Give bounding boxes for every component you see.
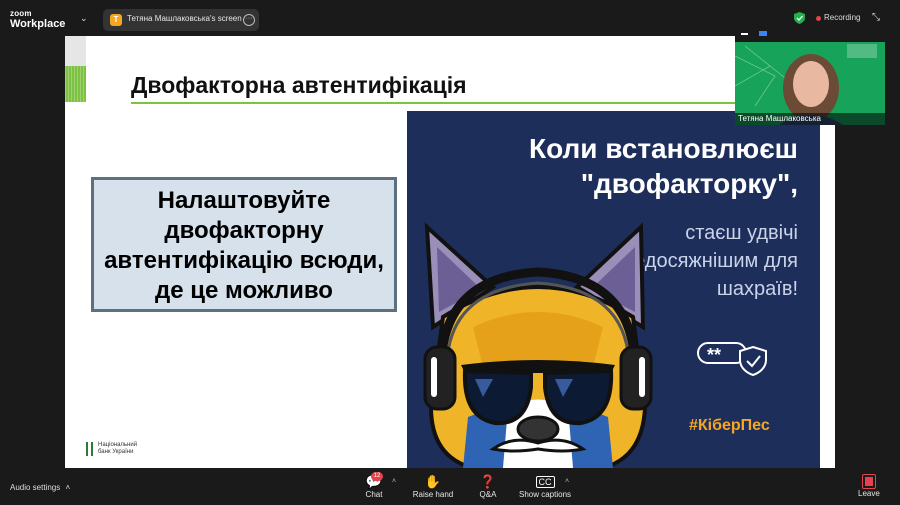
slide-title: Двофакторна автентифікація <box>131 72 467 98</box>
self-video-tile[interactable]: Тетяна Машлаковська <box>735 26 885 125</box>
raise-hand-button[interactable]: ✋ Raise hand <box>412 474 454 499</box>
meeting-toolbar: Audio settings ˄ 💬 12 Chat ˄ ✋ Raise han… <box>0 470 900 505</box>
leave-icon <box>861 474 876 489</box>
participant-name: Тетяна Машлаковська <box>735 113 885 125</box>
hand-icon: ✋ <box>424 474 442 489</box>
encryption-shield-icon[interactable] <box>794 12 805 24</box>
qa-button[interactable]: ❓ Q&A <box>476 474 500 499</box>
password-shield-icon: ** <box>697 342 767 377</box>
captions-caret-icon[interactable]: ˄ <box>565 478 569 485</box>
bulldog-headphones-illustration <box>423 222 653 468</box>
nbu-logo-text: Національний банк України <box>98 442 138 455</box>
leave-label: Leave <box>858 489 880 498</box>
password-mask: ** <box>707 345 721 365</box>
self-view-controls <box>735 26 885 42</box>
qa-label: Q&A <box>479 490 497 499</box>
slide-accent-green <box>65 66 86 102</box>
screen-share-pill[interactable]: T Тетяна Машлаковська's screen ··· <box>103 9 259 31</box>
screen-share-label: Тетяна Машлаковська's screen <box>127 14 242 23</box>
nbu-mark-icon <box>86 442 93 456</box>
presenter-badge: T <box>110 14 122 26</box>
question-icon: ❓ <box>479 474 497 489</box>
callout-box: Налаштовуйте двофакторну автентифікацію … <box>91 177 397 312</box>
chat-caret-icon[interactable]: ˄ <box>392 478 396 485</box>
cyberdog-poster: Коли встановлюєш "двофакторку", стаєш уд… <box>407 111 820 468</box>
poster-headline-1: Коли встановлюєш <box>528 133 798 164</box>
captions-button[interactable]: CC Show captions <box>518 474 572 499</box>
leave-button[interactable]: Leave <box>858 474 880 498</box>
zoom-window: zoom Workplace ⌄ T Тетяна Машлаковська's… <box>0 0 900 505</box>
poster-hashtag: #КіберПес <box>689 417 770 434</box>
title-underline <box>131 102 803 104</box>
recording-label: Recording <box>824 13 861 22</box>
zoom-logo: zoom Workplace <box>10 9 66 30</box>
audio-settings-button[interactable]: Audio settings ˄ <box>10 483 70 492</box>
captions-label: Show captions <box>518 490 572 499</box>
logo-line2: Workplace <box>10 18 66 30</box>
shared-slide: Двофакторна автентифікація Налаштовуйте … <box>65 36 835 468</box>
audio-settings-label: Audio settings <box>10 483 61 492</box>
chat-button[interactable]: 💬 12 Chat <box>362 472 386 499</box>
callout-text: Налаштовуйте двофакторну автентифікацію … <box>104 187 384 304</box>
slide-accent-gray <box>65 36 86 66</box>
view-toggle-icon[interactable] <box>759 31 767 36</box>
nbu-logo: Національний банк України <box>86 440 166 458</box>
chevron-up-icon: ˄ <box>65 483 71 492</box>
chat-label: Chat <box>365 490 383 499</box>
minimize-icon[interactable] <box>741 33 748 35</box>
chevron-down-icon[interactable]: ⌄ <box>80 13 88 24</box>
poster-headline-2: "двофакторку", <box>580 168 798 199</box>
more-options-icon[interactable]: ··· <box>243 14 255 26</box>
exit-fullscreen-icon[interactable]: ⤡ <box>872 12 880 23</box>
recording-dot-icon <box>816 16 821 21</box>
raise-hand-label: Raise hand <box>412 490 454 499</box>
captions-icon: CC <box>518 474 572 490</box>
chat-badge: 12 <box>371 472 383 481</box>
